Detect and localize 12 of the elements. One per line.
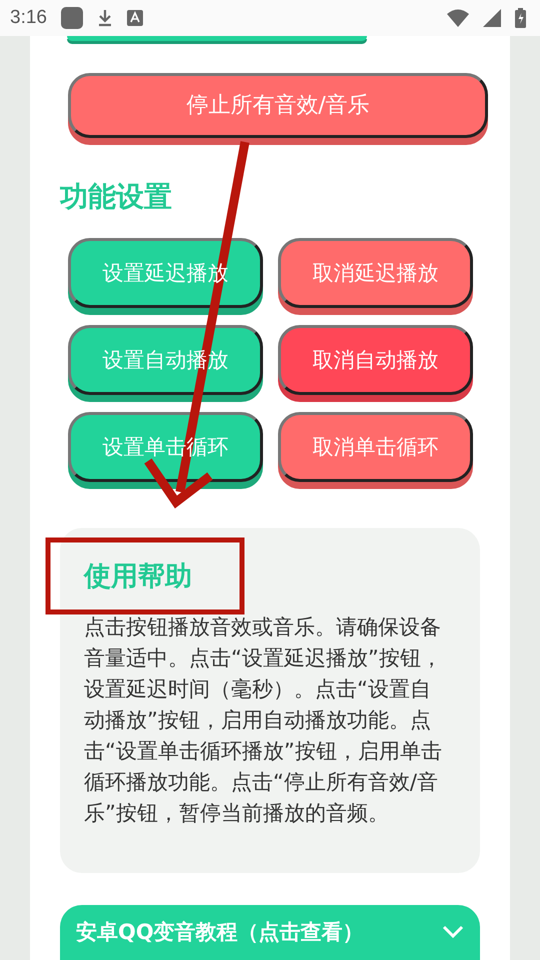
- section-title: 功能设置: [60, 178, 173, 215]
- download-icon: [96, 9, 113, 27]
- signal-icon: [483, 9, 501, 27]
- partial-button[interactable]: [67, 36, 367, 41]
- tutorial-expander[interactable]: 安卓QQ变音教程（点击查看）: [60, 904, 480, 960]
- wifi-icon: [447, 9, 469, 27]
- app-notification-icon: [60, 7, 83, 29]
- battery-icon: [515, 8, 526, 28]
- help-title: 使用帮助: [84, 560, 193, 594]
- help-text: 点击按钮播放音效或音乐。请确保设备音量适中。点击“设置延迟播放”按钮，设置延迟时间（毫秒）。点击“设置自动播放”按钮，启用自动播放功能。点击“设置单击循环播放”按钮，启用单击循环播放功能。点击“停止所有音效/音乐”按钮，暂停当前播放的音频。: [84, 614, 443, 827]
- text-icon: [126, 10, 143, 26]
- status-time: 3:16: [10, 7, 47, 29]
